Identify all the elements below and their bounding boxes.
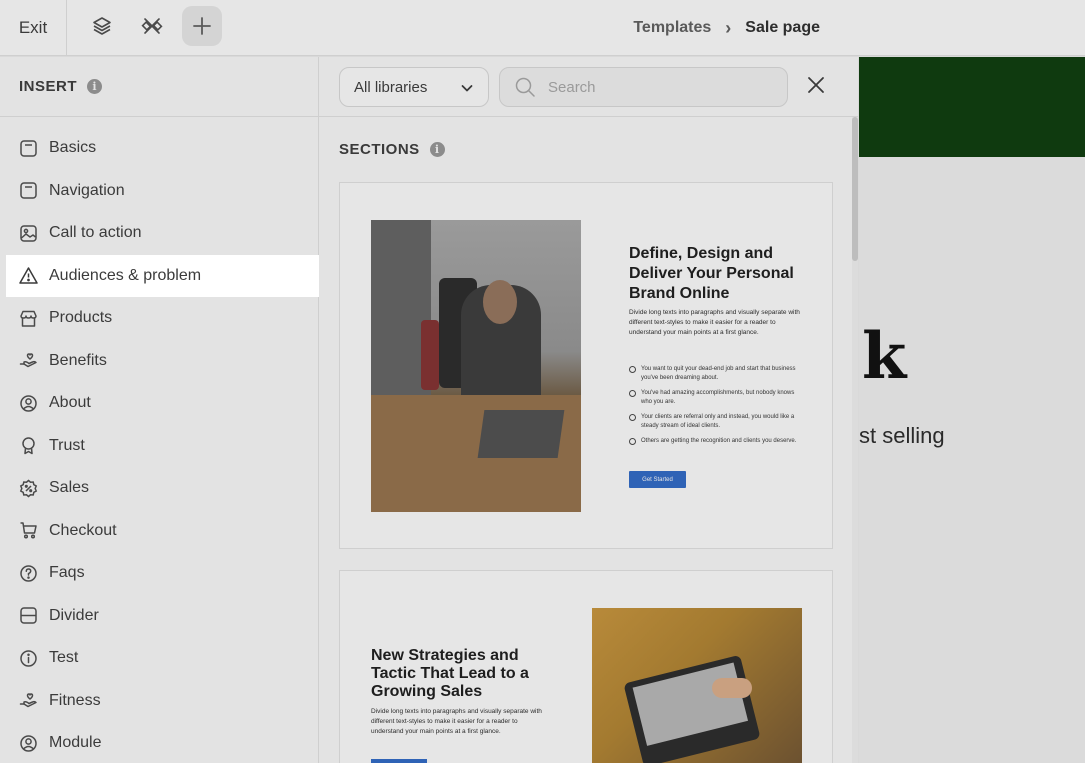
sidebar-item-label: Divider [49, 606, 99, 624]
page-canvas: k st selling [859, 57, 1085, 763]
sections-heading: SECTIONS i [339, 141, 445, 158]
list-item: You want to quit your dead-end job and s… [629, 365, 804, 383]
template-description: Divide long texts into paragraphs and vi… [629, 309, 800, 336]
breadcrumb: Templates › Sale page [633, 0, 820, 56]
sidebar-item-label: Benefits [49, 351, 107, 369]
warning-icon [19, 267, 38, 284]
info-icon[interactable]: i [87, 79, 103, 94]
tools-icon [141, 18, 163, 34]
sidebar-item-label: Fitness [49, 691, 101, 709]
sidebar-item-label: Navigation [49, 181, 125, 199]
search-box[interactable] [499, 67, 788, 107]
sidebar-item-faqs[interactable]: Faqs [0, 552, 318, 595]
user-circle-icon [20, 395, 37, 412]
hand-heart-icon [19, 353, 37, 368]
user-circle-icon [20, 735, 37, 752]
sidebar-header: INSERT i [0, 57, 318, 117]
template-heading: New Strategies and Tactic That Lead to a… [371, 647, 529, 700]
section-template-card[interactable]: Define, Design and Deliver Your Personal… [339, 182, 833, 549]
template-button [371, 759, 427, 763]
sidebar-item-benefits[interactable]: Benefits [0, 340, 318, 383]
library-select[interactable]: All libraries [339, 67, 489, 107]
insert-sidebar: INSERT i Basics Navigation Call to actio… [0, 57, 323, 763]
sidebar-item-label: Checkout [49, 521, 117, 539]
chevron-right-icon: › [725, 17, 732, 38]
sidebar-item-fitness[interactable]: Fitness [0, 680, 318, 723]
template-heading: Define, Design and Deliver Your Personal… [629, 245, 794, 302]
template-photo-tablet [592, 608, 802, 763]
tools-button[interactable] [132, 6, 172, 46]
scrollbar-thumb[interactable] [852, 117, 858, 261]
breadcrumb-current-page: Sale page [745, 19, 820, 36]
info-icon [20, 650, 37, 667]
library-select-value: All libraries [354, 78, 428, 96]
section-template-card[interactable]: New Strategies and Tactic That Lead to a… [339, 570, 833, 763]
sidebar-item-label: Call to action [49, 224, 142, 242]
sidebar-item-call-to-action[interactable]: Call to action [0, 212, 318, 255]
template-get-started-button: Get Started [629, 471, 686, 488]
hand-heart-icon [19, 693, 37, 708]
sidebar-item-label: Audiences & problem [49, 266, 202, 284]
layers-button[interactable] [82, 6, 122, 46]
list-item: Your clients are referral only and inste… [629, 413, 804, 431]
sidebar-item-audiences-problem[interactable]: Audiences & problem [6, 254, 323, 297]
canvas-heading-fragment: k [862, 319, 907, 394]
sidebar-item-label: Trust [49, 436, 85, 454]
sidebar-item-label: Module [49, 734, 102, 752]
sections-panel: All libraries SECTIONS i Define, Design … [319, 57, 858, 763]
list-item: You've had amazing accomplishments, but … [629, 389, 804, 407]
info-icon[interactable]: i [429, 142, 445, 157]
layers-icon [93, 17, 111, 35]
basics-icon [20, 140, 37, 157]
sidebar-item-divider[interactable]: Divider [0, 595, 318, 638]
sidebar-item-trust[interactable]: Trust [0, 425, 318, 468]
sidebar-item-checkout[interactable]: Checkout [0, 510, 318, 553]
award-icon [22, 437, 35, 455]
panel-scrollbar[interactable] [852, 117, 858, 763]
sidebar-item-about[interactable]: About [0, 382, 318, 425]
divider-icon [20, 607, 37, 624]
sections-title: SECTIONS [339, 141, 420, 158]
panel-header: All libraries [319, 57, 858, 117]
close-panel-button[interactable] [806, 75, 826, 100]
top-bar: Exit Templates › Sale page [0, 0, 1085, 56]
sidebar-item-products[interactable]: Products [0, 297, 318, 340]
discount-icon [19, 479, 38, 498]
sidebar-item-module[interactable]: Module [0, 722, 318, 763]
search-input[interactable] [548, 78, 768, 96]
canvas-subtitle-fragment: st selling [859, 423, 945, 448]
sidebar-item-label: Products [49, 309, 113, 327]
close-icon [808, 77, 824, 93]
breadcrumb-templates[interactable]: Templates [633, 19, 711, 37]
sidebar-title: INSERT [19, 78, 78, 95]
sidebar-item-label: Basics [49, 139, 97, 157]
navigation-icon [20, 182, 37, 199]
template-photo-man-laptop [371, 220, 581, 512]
sidebar-item-label: Sales [49, 479, 90, 497]
store-icon [20, 310, 37, 327]
add-button[interactable] [182, 6, 222, 46]
sidebar-item-label: Faqs [49, 564, 85, 582]
image-icon [20, 225, 37, 242]
search-icon [515, 77, 535, 97]
category-list: Basics Navigation Call to action Audienc… [0, 127, 323, 763]
sidebar-item-navigation[interactable]: Navigation [0, 170, 318, 213]
template-bullet-list: You want to quit your dead-end job and s… [629, 365, 804, 452]
list-item: Others are getting the recognition and c… [629, 437, 804, 446]
sidebar-item-label: Test [49, 649, 79, 667]
chevron-down-icon [461, 85, 473, 92]
exit-button[interactable]: Exit [0, 0, 67, 56]
template-description: Divide long texts into paragraphs and vi… [371, 708, 542, 735]
plus-icon [193, 17, 211, 35]
sidebar-item-sales[interactable]: Sales [0, 467, 318, 510]
sidebar-item-label: About [49, 394, 91, 412]
cart-icon [20, 522, 37, 539]
sidebar-item-test[interactable]: Test [0, 637, 318, 680]
question-icon [20, 565, 37, 582]
sidebar-item-basics[interactable]: Basics [0, 127, 318, 170]
hero-band [859, 57, 1085, 157]
